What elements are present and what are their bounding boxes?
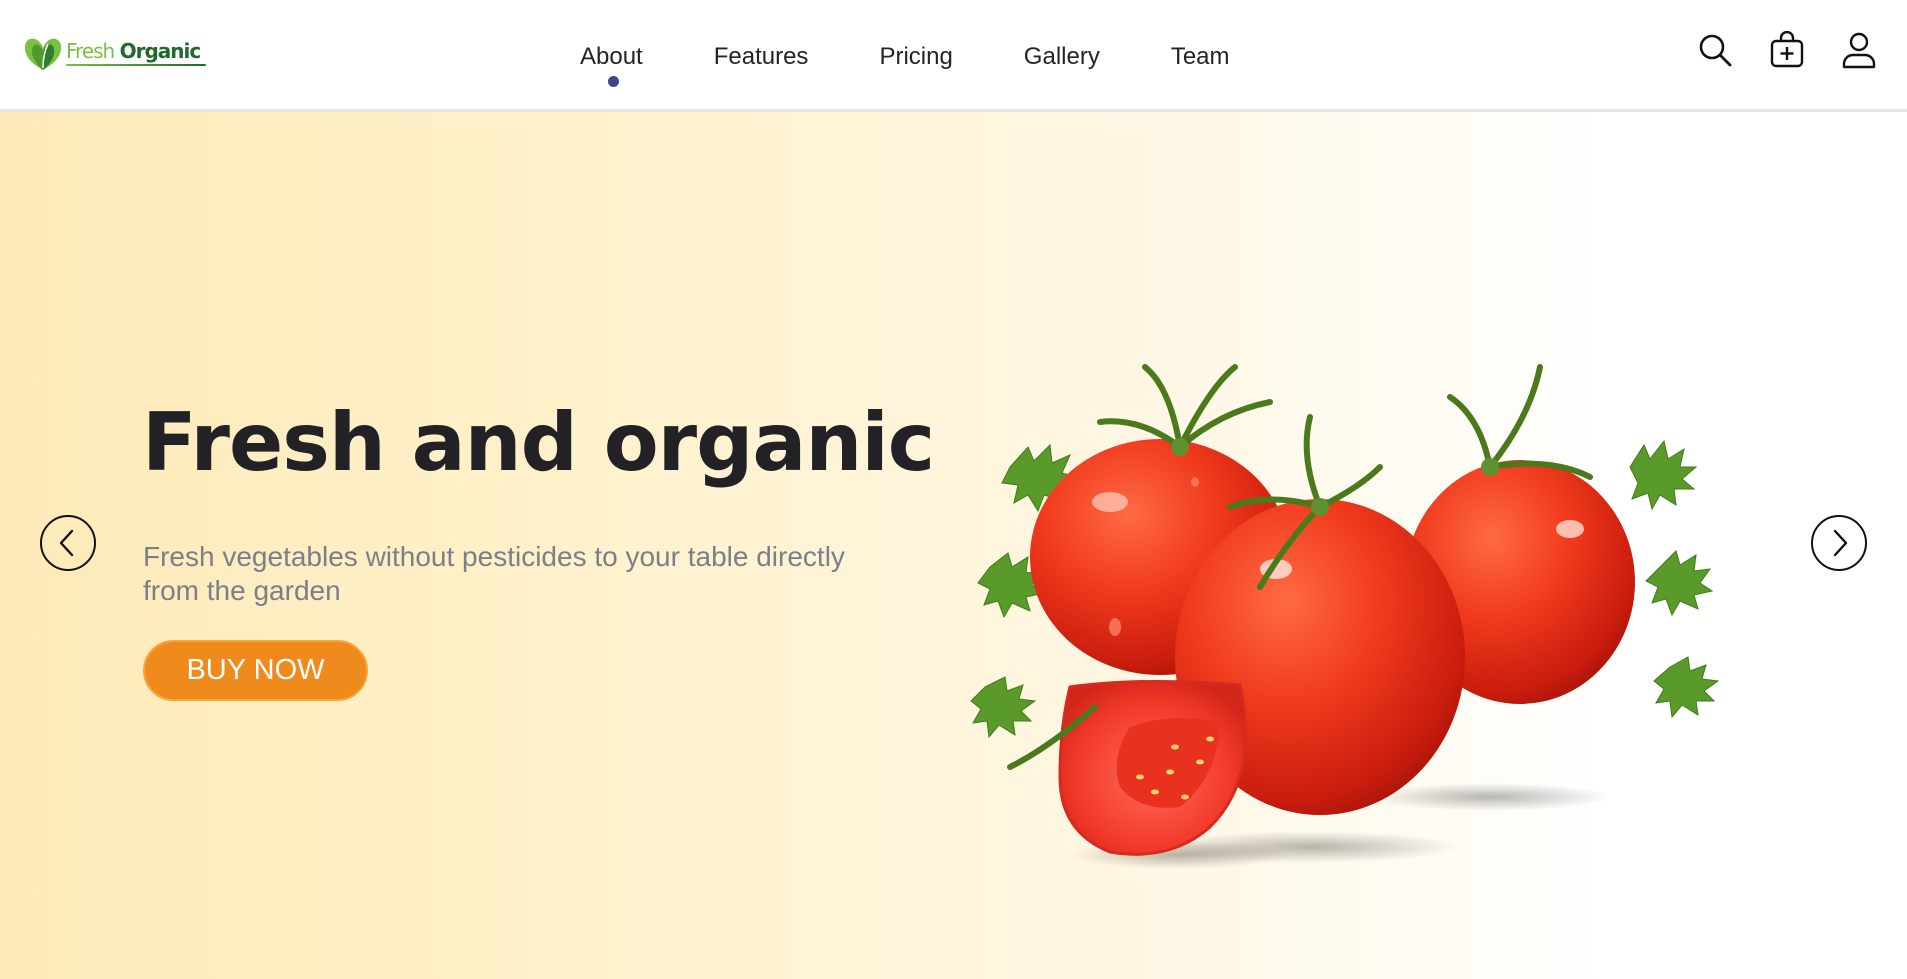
header-actions [1697, 30, 1877, 70]
nav-item-gallery[interactable]: Gallery [1024, 38, 1100, 76]
search-button[interactable] [1697, 30, 1733, 70]
brand-underline [66, 64, 206, 66]
nav-item-label: Features [713, 43, 809, 70]
site-header: Fresh Organic About Features Pricing Gal… [0, 0, 1907, 112]
search-icon [1699, 34, 1732, 67]
brand-word-2: Organic [119, 39, 202, 63]
main-nav: About Features Pricing Gallery Team [580, 38, 1230, 87]
hero-slider: Fresh and organic Fresh vegetables witho… [0, 112, 1907, 979]
account-button[interactable] [1841, 30, 1877, 70]
user-icon [1842, 32, 1876, 69]
nav-item-team[interactable]: Team [1171, 38, 1230, 76]
nav-item-label: Team [1170, 43, 1230, 70]
carousel-prev-button[interactable] [40, 515, 96, 571]
nav-item-features[interactable]: Features [714, 38, 809, 76]
hero-title: Fresh and organic [142, 396, 935, 489]
nav-item-label: Pricing [879, 43, 953, 70]
nav-item-pricing[interactable]: Pricing [879, 38, 952, 76]
active-nav-indicator [608, 76, 620, 87]
chevron-right-icon [1833, 529, 1848, 557]
brand-word-1: Fresh [66, 39, 115, 63]
cart-add-icon [1770, 31, 1804, 68]
brand-wordmark: Fresh Organic [66, 39, 206, 66]
chevron-left-icon [59, 529, 74, 557]
carousel-next-button[interactable] [1811, 515, 1867, 571]
tomatoes-illustration [970, 364, 1720, 869]
brand-logo[interactable]: Fresh Organic [22, 34, 206, 72]
nav-item-label: Gallery [1023, 43, 1100, 70]
hero-subtitle: Fresh vegetables without pesticides to y… [143, 541, 845, 606]
buy-now-button[interactable]: BUY NOW [143, 640, 368, 701]
cart-button[interactable] [1769, 30, 1805, 70]
leaf-heart-logo-icon [24, 38, 62, 70]
nav-item-about[interactable]: About [580, 38, 643, 87]
nav-item-label: About [580, 43, 643, 70]
